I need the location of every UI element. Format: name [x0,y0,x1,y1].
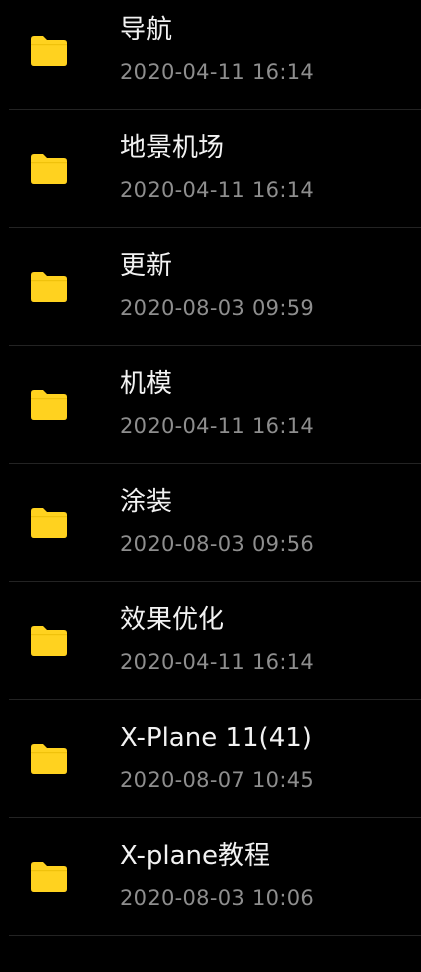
folder-date: 2020-04-11 16:14 [120,414,315,438]
folder-icon [30,508,68,538]
list-item[interactable]: 涂装 2020-08-03 09:56 [9,464,421,582]
folder-name: 机模 [120,369,173,399]
folder-icon [30,626,68,656]
folder-name: 导航 [120,15,173,45]
folder-name: 涂装 [120,487,173,517]
list-item[interactable]: X-Plane 11(41) 2020-08-07 10:45 [9,700,421,818]
folder-name: 更新 [120,251,173,281]
file-list: 导航 2020-04-11 16:14 地景机场 2020-04-11 16:1… [0,0,421,964]
folder-name: 地景机场 [120,133,225,163]
folder-name: 效果优化 [120,605,225,635]
folder-icon [30,744,68,774]
folder-date: 2020-08-03 09:56 [120,532,315,556]
folder-date: 2020-08-03 09:59 [120,296,315,320]
folder-date: 2020-08-03 10:06 [120,886,315,910]
folder-date: 2020-04-11 16:14 [120,178,315,202]
folder-icon [30,36,68,66]
folder-date: 2020-08-07 10:45 [120,768,315,792]
list-item[interactable]: 更新 2020-08-03 09:59 [9,228,421,346]
folder-icon [30,862,68,892]
list-item[interactable]: 机模 2020-04-11 16:14 [9,346,421,464]
list-item[interactable]: 效果优化 2020-04-11 16:14 [9,582,421,700]
list-item[interactable]: X-plane教程 2020-08-03 10:06 [9,818,421,936]
folder-name: X-plane教程 [120,841,271,871]
folder-date: 2020-04-11 16:14 [120,650,315,674]
folder-name: X-Plane 11(41) [120,723,312,753]
folder-icon [30,154,68,184]
folder-icon [30,390,68,420]
folder-icon [30,272,68,302]
list-item[interactable]: 地景机场 2020-04-11 16:14 [9,110,421,228]
folder-date: 2020-04-11 16:14 [120,60,315,84]
list-item[interactable]: 导航 2020-04-11 16:14 [9,0,421,110]
